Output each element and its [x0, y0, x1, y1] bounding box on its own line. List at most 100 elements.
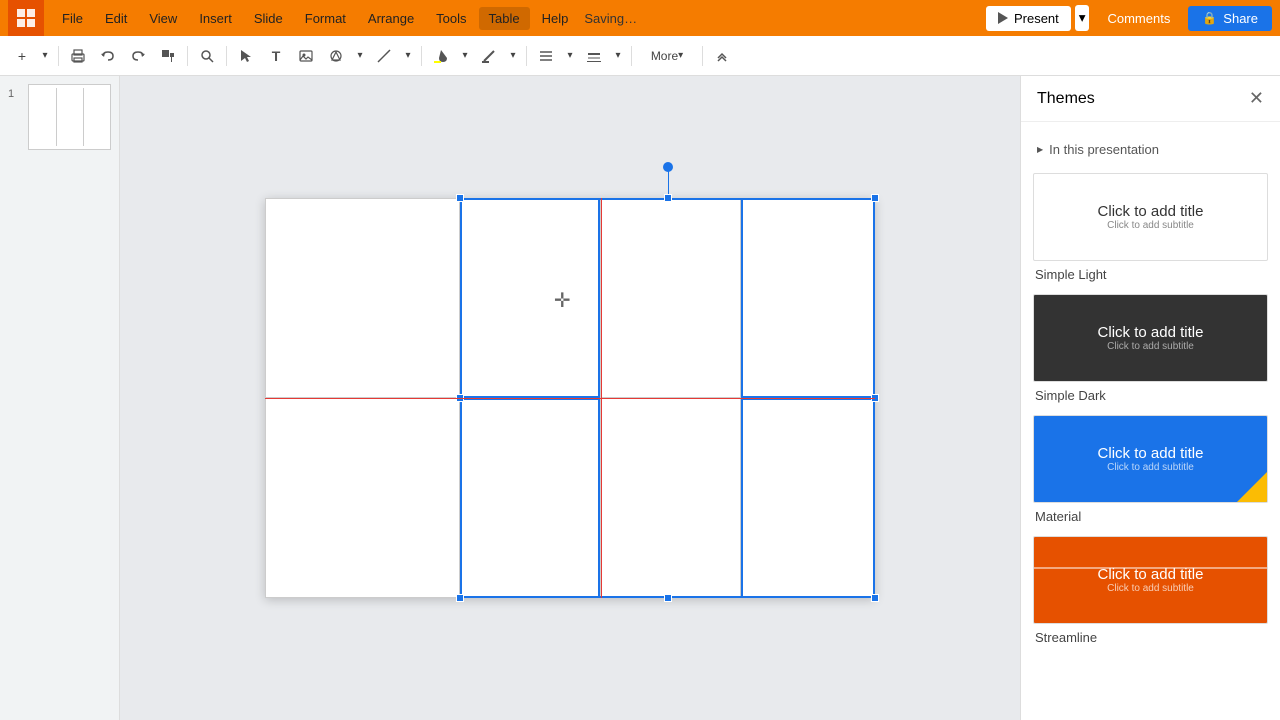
theme-name-streamline: Streamline	[1033, 630, 1268, 645]
theme-name-simple-light: Simple Light	[1033, 267, 1268, 282]
slide-1-container: 1	[8, 84, 111, 150]
menu-view[interactable]: View	[139, 7, 187, 30]
paint-format-button[interactable]	[154, 42, 182, 70]
theme-preview-simple-light[interactable]: Click to add title Click to add subtitle	[1033, 173, 1268, 261]
image-button[interactable]	[292, 42, 320, 70]
theme-material-subtitle: Click to add subtitle	[1107, 462, 1194, 473]
redo-button[interactable]	[124, 42, 152, 70]
border-color-button[interactable]	[475, 42, 503, 70]
theme-preview-material[interactable]: Click to add title Click to add subtitle	[1033, 415, 1268, 503]
handle-top-rotate[interactable]	[663, 162, 673, 172]
theme-preview-streamline[interactable]: Click to add title Click to add subtitle	[1033, 536, 1268, 624]
in-presentation-item[interactable]: ▶ In this presentation	[1033, 134, 1268, 165]
lock-icon: 🔒	[1202, 11, 1217, 25]
border-dropdown[interactable]: ▾	[505, 42, 521, 70]
cell-r0c3[interactable]	[741, 198, 875, 398]
menu-format[interactable]: Format	[295, 7, 356, 30]
menu-bar: File Edit View Insert Slide Format Arran…	[52, 7, 986, 30]
select-button[interactable]	[232, 42, 260, 70]
undo-button[interactable]	[94, 42, 122, 70]
thumb-col-1	[30, 88, 57, 146]
themes-header: Themes ✕	[1021, 76, 1280, 122]
fill-dropdown[interactable]: ▾	[457, 42, 473, 70]
cell-r0c0[interactable]	[265, 198, 460, 398]
text-button[interactable]: T	[262, 42, 290, 70]
themes-title: Themes	[1037, 90, 1095, 108]
theme-simple-light-subtitle: Click to add subtitle	[1107, 220, 1194, 231]
menu-tools[interactable]: Tools	[426, 7, 476, 30]
bullet-icon: ▶	[1037, 145, 1043, 154]
border-weight-button[interactable]	[580, 42, 608, 70]
table-grid	[265, 198, 875, 598]
shape-dropdown[interactable]: ▾	[352, 42, 368, 70]
line-dropdown[interactable]: ▾	[400, 42, 416, 70]
material-corner-decoration	[1237, 472, 1267, 502]
theme-simple-dark-subtitle: Click to add subtitle	[1107, 341, 1194, 352]
app-logo	[8, 0, 44, 36]
theme-preview-simple-dark[interactable]: Click to add title Click to add subtitle	[1033, 294, 1268, 382]
theme-name-simple-dark: Simple Dark	[1033, 388, 1268, 403]
share-label: Share	[1223, 11, 1258, 26]
cell-r1c3[interactable]	[741, 398, 875, 598]
shape-button[interactable]	[322, 42, 350, 70]
play-icon	[998, 12, 1008, 24]
streamline-decoration	[1034, 567, 1267, 569]
main-area: 1	[0, 76, 1280, 720]
in-presentation-label: In this presentation	[1049, 142, 1159, 157]
theme-section-simple-light: Click to add title Click to add subtitle…	[1033, 173, 1268, 282]
add-dropdown[interactable]: ▾	[37, 42, 53, 70]
present-button[interactable]: Present	[986, 6, 1071, 31]
more-button[interactable]: More ▾	[637, 42, 697, 70]
menu-slide[interactable]: Slide	[244, 7, 293, 30]
move-cursor-icon: ✛	[554, 288, 571, 313]
share-button[interactable]: 🔒 Share	[1188, 6, 1272, 31]
theme-material-title: Click to add title	[1098, 445, 1204, 462]
theme-section-streamline: Click to add title Click to add subtitle…	[1033, 536, 1268, 645]
comments-button[interactable]: Comments	[1097, 6, 1180, 31]
menu-arrange[interactable]: Arrange	[358, 7, 424, 30]
menu-edit[interactable]: Edit	[95, 7, 137, 30]
menu-file[interactable]: File	[52, 7, 93, 30]
theme-simple-dark-title: Click to add title	[1098, 324, 1204, 341]
theme-section-material: Click to add title Click to add subtitle…	[1033, 415, 1268, 524]
theme-section-simple-dark: Click to add title Click to add subtitle…	[1033, 294, 1268, 403]
slides-panel: 1	[0, 76, 120, 720]
present-dropdown-button[interactable]: ▾	[1075, 5, 1090, 31]
print-button[interactable]	[64, 42, 92, 70]
themes-body: ▶ In this presentation Click to add titl…	[1021, 122, 1280, 720]
slide-canvas[interactable]: ✛	[265, 198, 875, 598]
collapse-button[interactable]	[708, 42, 736, 70]
theme-streamline-subtitle: Click to add subtitle	[1107, 583, 1194, 594]
canvas-area[interactable]: ✛	[120, 76, 1020, 720]
thumb-col-2	[57, 88, 84, 146]
toolbar-group-add: + ▾	[8, 42, 53, 70]
menu-table[interactable]: Table	[479, 7, 530, 30]
themes-panel: Themes ✕ ▶ In this presentation Click to…	[1020, 76, 1280, 720]
cell-r1c2[interactable]	[600, 398, 740, 598]
zoom-button[interactable]	[193, 42, 221, 70]
saving-status: Saving…	[584, 11, 637, 26]
fill-color-button[interactable]	[427, 42, 455, 70]
theme-simple-light-title: Click to add title	[1098, 203, 1204, 220]
toolbar: + ▾ T ▾ ▾ ▾ ▾ ▾ ▾	[0, 36, 1280, 76]
slide-number-1: 1	[8, 88, 22, 100]
themes-close-button[interactable]: ✕	[1249, 88, 1264, 109]
theme-name-material: Material	[1033, 509, 1268, 524]
title-bar-right: Present ▾ Comments 🔒 Share	[986, 5, 1272, 31]
thumb-col-3	[84, 88, 110, 146]
present-label: Present	[1014, 11, 1059, 26]
menu-insert[interactable]: Insert	[189, 7, 242, 30]
handle-line-top	[668, 170, 669, 198]
border-dropdown3[interactable]: ▾	[610, 42, 626, 70]
border-style-button[interactable]	[532, 42, 560, 70]
slide-thumbnail-1[interactable]	[28, 84, 111, 150]
cell-r0c1[interactable]	[460, 198, 600, 398]
cell-r1c1[interactable]	[460, 398, 600, 598]
cell-r1c0[interactable]	[265, 398, 460, 598]
add-button[interactable]: +	[8, 42, 36, 70]
title-bar: File Edit View Insert Slide Format Arran…	[0, 0, 1280, 36]
menu-help[interactable]: Help	[532, 7, 579, 30]
cell-r0c2[interactable]	[600, 198, 740, 398]
line-button[interactable]	[370, 42, 398, 70]
border-dropdown2[interactable]: ▾	[562, 42, 578, 70]
